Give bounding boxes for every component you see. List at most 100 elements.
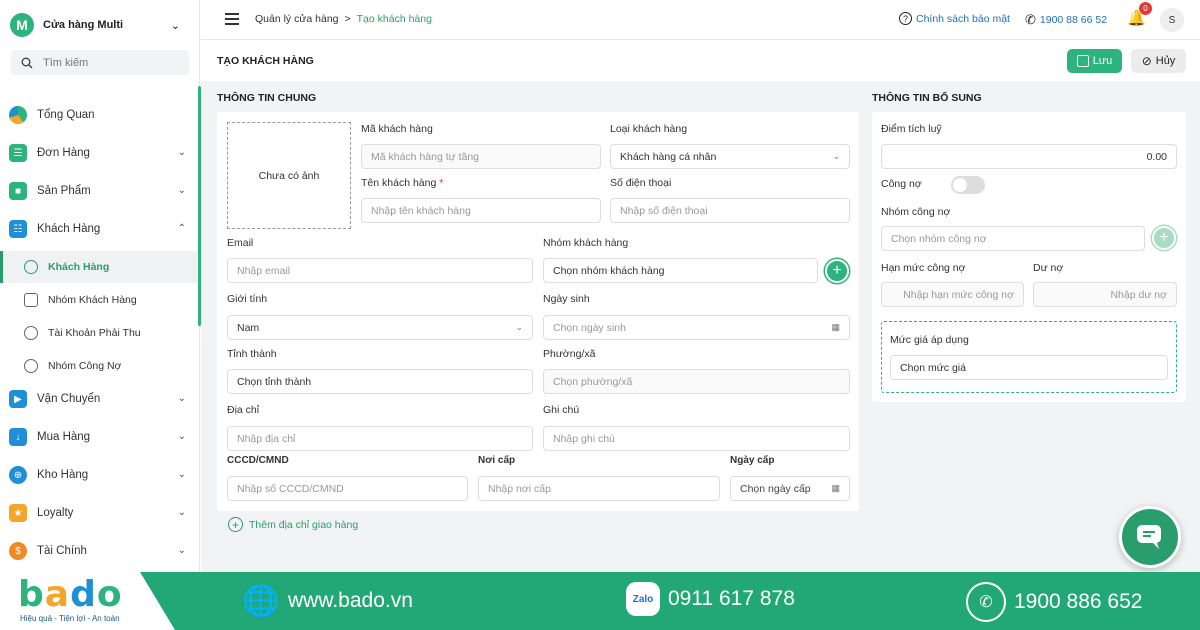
chat-button[interactable] xyxy=(1119,506,1181,568)
privacy-policy-link[interactable]: ? Chính sách bảo mật xyxy=(899,12,1010,25)
hotline-item[interactable]: ✆ 1900 886 652 xyxy=(966,582,1142,622)
notification-badge: 0 xyxy=(1139,2,1152,15)
ban-icon: ⊘ xyxy=(1141,54,1152,68)
issue-place-label: Nơi cấp xyxy=(478,455,516,466)
sidebar-item-warehouse[interactable]: ⊕ Kho Hàng ⌄ xyxy=(0,458,200,492)
sidebar-item-label: Kho Hàng xyxy=(37,469,89,481)
points-label: Điểm tích luỹ xyxy=(881,123,942,135)
chevron-down-icon: ⌄ xyxy=(177,393,186,404)
chevron-down-icon: ⌄ xyxy=(170,19,180,32)
sidebar-item-products[interactable]: ■ Sản Phẩm ⌄ xyxy=(0,174,200,208)
id-number-input[interactable]: Nhập số CCCD/CMND xyxy=(227,476,468,501)
search-box[interactable] xyxy=(11,50,189,75)
sidebar-item-overview[interactable]: Tổng Quan xyxy=(0,98,200,132)
users-icon xyxy=(24,359,38,373)
store-name: Cửa hàng Multi xyxy=(43,19,124,31)
customer-name-input[interactable]: Nhập tên khách hàng xyxy=(361,198,601,223)
customer-name-label-text: Tên khách hàng xyxy=(361,177,437,189)
ward-label: Phường/xã xyxy=(543,348,596,360)
dob-placeholder: Chọn ngày sinh xyxy=(553,321,626,334)
user-avatar[interactable]: S xyxy=(1160,8,1184,32)
debt-group-label: Nhóm công nợ xyxy=(881,206,951,218)
debt-group-select[interactable]: Chọn nhóm công nợ xyxy=(881,226,1145,251)
sidebar-item-finance[interactable]: $ Tài Chính ⌄ xyxy=(0,534,200,568)
plus-circle-icon: + xyxy=(228,517,243,532)
website-text: www.bado.vn xyxy=(288,589,413,612)
menu-icon[interactable] xyxy=(225,13,239,25)
balance-label: Dư nợ xyxy=(1033,262,1064,274)
user-circle-icon xyxy=(24,260,38,274)
chevron-down-icon: ⌄ xyxy=(177,147,186,158)
debt-limit-input[interactable]: Nhập hạn mức công nợ xyxy=(881,282,1024,307)
sidebar-item-label: Tài Chính xyxy=(37,545,87,557)
zalo-number: 0911 617 878 xyxy=(668,587,795,610)
breadcrumb: Quản lý cửa hàng > Tạo khách hàng xyxy=(255,13,432,25)
store-avatar: M xyxy=(10,13,34,37)
logo-letter: d xyxy=(70,574,97,615)
customer-type-select[interactable]: Khách hàng cá nhân ⌄ xyxy=(610,144,850,169)
chevron-down-icon: ⌄ xyxy=(177,545,186,556)
hotline-link[interactable]: ✆ 1900 88 66 52 xyxy=(1025,12,1107,28)
sidebar-item-label: Tổng Quan xyxy=(37,109,95,121)
globe-icon: 🌐 xyxy=(242,584,280,618)
add-shipping-address-link[interactable]: + Thêm địa chỉ giao hàng xyxy=(228,517,358,532)
ward-select[interactable]: Chọn phường/xã xyxy=(543,369,850,394)
photo-upload[interactable]: Chưa có ảnh xyxy=(227,122,351,229)
phone-input[interactable]: Nhập số điện thoại xyxy=(610,198,850,223)
email-input[interactable]: Nhập email xyxy=(227,258,533,283)
topbar: Quản lý cửa hàng > Tạo khách hàng ? Chín… xyxy=(201,0,1200,40)
sidebar-item-purchasing[interactable]: ↓ Mua Hàng ⌄ xyxy=(0,420,200,454)
sidebar-subitem-label: Nhóm Khách Hàng xyxy=(48,294,137,306)
sidebar-subitem-debt-groups[interactable]: Nhóm Công Nợ xyxy=(0,350,200,382)
add-group-button[interactable]: + xyxy=(825,259,849,283)
debt-toggle[interactable] xyxy=(951,176,985,194)
loyalty-icon: ★ xyxy=(9,504,27,522)
warehouse-icon: ⊕ xyxy=(9,466,27,484)
issue-date-label: Ngày cấp xyxy=(730,455,775,466)
chevron-down-icon: ⌄ xyxy=(177,469,186,480)
sidebar-item-label: Mua Hàng xyxy=(37,431,91,443)
balance-input[interactable]: Nhập dư nợ xyxy=(1033,282,1177,307)
gender-select[interactable]: Nam ⌄ xyxy=(227,315,533,340)
logo-letter: b xyxy=(18,574,45,615)
page-title: TẠO KHÁCH HÀNG xyxy=(217,55,314,67)
website-item[interactable]: 🌐 www.bado.vn xyxy=(242,582,413,620)
dob-input[interactable]: Chọn ngày sinh ▦ xyxy=(543,315,850,340)
toggle-knob xyxy=(953,178,967,192)
save-icon xyxy=(1076,55,1089,67)
customer-code-label: Mã khách hàng xyxy=(361,123,433,135)
save-label: Lưu xyxy=(1092,55,1113,67)
sidebar-subitem-customers[interactable]: Khách Hàng xyxy=(0,251,200,283)
address-input[interactable]: Nhập địa chỉ xyxy=(227,426,533,451)
points-input[interactable]: 0.00 xyxy=(881,144,1177,169)
province-select[interactable]: Chọn tỉnh thành xyxy=(227,369,533,394)
search-input[interactable] xyxy=(43,56,173,69)
note-input[interactable]: Nhập ghi chú xyxy=(543,426,850,451)
sidebar-item-orders[interactable]: ☰ Đơn Hàng ⌄ xyxy=(0,136,200,170)
issue-date-input[interactable]: Chọn ngày cấp ▦ xyxy=(730,476,850,501)
orders-icon: ☰ xyxy=(9,144,27,162)
phone-label: Số điện thoại xyxy=(610,177,672,189)
customer-group-select[interactable]: Chọn nhóm khách hàng xyxy=(543,258,818,283)
sidebar-subitem-receivables[interactable]: Tài Khoản Phải Thu xyxy=(0,317,200,349)
sidebar-item-customers[interactable]: ☷ Khách Hàng ⌃ xyxy=(0,212,200,246)
sidebar-item-shipping[interactable]: ▶ Vận Chuyển ⌄ xyxy=(0,382,200,416)
sidebar-subitem-customer-groups[interactable]: Nhóm Khách Hàng xyxy=(0,284,200,316)
store-switcher[interactable]: M Cửa hàng Multi ⌄ xyxy=(10,12,190,38)
issue-place-input[interactable]: Nhập nơi cấp xyxy=(478,476,720,501)
user-key-icon xyxy=(24,326,38,340)
phone-icon: ✆ xyxy=(966,582,1006,622)
add-debt-group-button[interactable]: + xyxy=(1152,226,1176,250)
sidebar-item-loyalty[interactable]: ★ Loyalty ⌄ xyxy=(0,496,200,530)
price-level-select[interactable]: Chọn mức giá xyxy=(890,355,1168,380)
sidebar-item-label: Sản Phẩm xyxy=(37,185,91,197)
breadcrumb-parent[interactable]: Quản lý cửa hàng xyxy=(255,13,339,25)
question-icon: ? xyxy=(899,12,912,25)
cancel-button[interactable]: ⊘ Hủy xyxy=(1131,49,1186,73)
gender-value: Nam xyxy=(237,321,260,334)
note-label: Ghi chú xyxy=(543,404,580,416)
save-button[interactable]: Lưu xyxy=(1067,49,1122,73)
customer-name-label: Tên khách hàng * xyxy=(361,177,443,189)
zalo-item[interactable]: Zalo 0911 617 878 xyxy=(626,582,795,616)
bado-logo: bado xyxy=(18,576,123,614)
